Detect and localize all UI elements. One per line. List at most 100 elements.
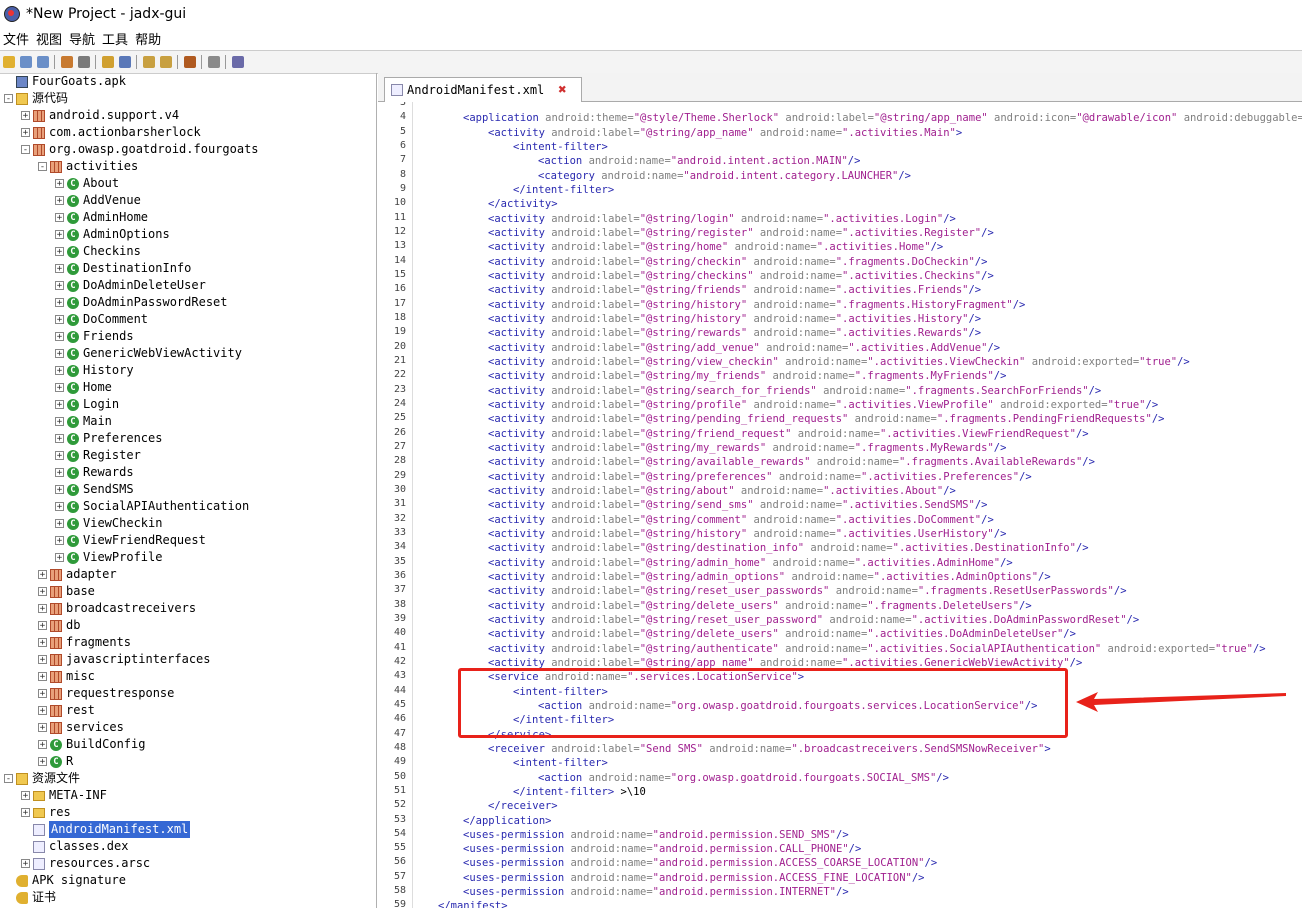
expand-icon[interactable]: + [21,111,30,121]
code-editor[interactable]: 3 4 5 6 7 8 9 10 11 12 13 14 15 16 17 18 19 20 21 22 23 24 25 2… [378,102,1302,908]
expand-icon[interactable]: + [38,672,47,682]
tree-node[interactable]: + android.support.v4 [21,107,179,124]
collapse-icon[interactable]: - [38,162,47,172]
expand-icon[interactable]: + [55,230,64,240]
tree-node[interactable]: + services [38,719,124,736]
tree-node[interactable]: + C Login [55,396,119,413]
tab-androidmanifest[interactable]: AndroidManifest.xml ✖ [384,77,582,102]
tree-node[interactable]: + C BuildConfig [38,736,145,753]
menu-item-0[interactable]: 文件 [3,29,29,48]
menu-item-1[interactable]: 视图 [36,29,62,48]
expand-icon[interactable]: + [55,332,64,342]
expand-icon[interactable]: + [55,213,64,223]
tree-node[interactable]: + C SendSMS [55,481,134,498]
expand-icon[interactable]: + [38,740,47,750]
open-icon[interactable] [3,56,15,68]
tree-node[interactable]: AndroidManifest.xml [21,821,191,838]
expand-icon[interactable]: + [38,638,47,648]
expand-icon[interactable]: + [38,604,47,614]
tree-node[interactable]: + C About [55,175,119,192]
tree-node[interactable]: + requestresponse [38,685,174,702]
collapse-icon[interactable]: - [4,94,13,104]
expand-icon[interactable]: + [55,417,64,427]
collapse-icon[interactable]: - [4,774,13,784]
expand-icon[interactable]: + [55,264,64,274]
forward-icon[interactable] [160,56,172,68]
expand-icon[interactable]: + [21,128,30,138]
sync-icon[interactable] [61,56,73,68]
tree-node[interactable]: + res [21,804,71,821]
tree-node[interactable]: + C ViewCheckin [55,515,162,532]
expand-icon[interactable]: + [55,349,64,359]
tree-node[interactable]: + C AdminHome [55,209,148,226]
expand-icon[interactable]: + [55,536,64,546]
expand-icon[interactable]: + [38,689,47,699]
expand-icon[interactable]: + [55,434,64,444]
expand-icon[interactable]: + [55,366,64,376]
expand-icon[interactable]: + [55,502,64,512]
expand-icon[interactable]: + [55,315,64,325]
search-icon[interactable] [102,56,114,68]
tree-node[interactable]: - 资源文件 [4,770,80,787]
expand-icon[interactable]: + [38,621,47,631]
menu-item-3[interactable]: 工具 [102,29,128,48]
tree-node[interactable]: + base [38,583,95,600]
tree-node[interactable]: + C Main [55,413,112,430]
tree-node[interactable]: + C ViewProfile [55,549,162,566]
find-icon[interactable] [119,56,131,68]
expand-icon[interactable]: + [55,247,64,257]
tree-node[interactable]: + C Friends [55,328,134,345]
expand-icon[interactable]: + [38,570,47,580]
tree-node[interactable]: - 源代码 [4,90,68,107]
expand-icon[interactable]: + [55,468,64,478]
expand-icon[interactable]: + [38,587,47,597]
tree-node[interactable]: + javascriptinterfaces [38,651,211,668]
expand-icon[interactable]: + [38,757,47,767]
tree-node[interactable]: FourGoats.apk [4,73,126,90]
collapse-icon[interactable]: - [21,145,30,155]
flatten-icon[interactable] [78,56,90,68]
expand-icon[interactable]: + [38,706,47,716]
tree-node[interactable]: + rest [38,702,95,719]
tree-node[interactable]: + com.actionbarsherlock [21,124,201,141]
expand-icon[interactable]: + [55,298,64,308]
tree-node[interactable]: + fragments [38,634,131,651]
tree-node[interactable]: + C Checkins [55,243,141,260]
expand-icon[interactable]: + [55,451,64,461]
deobf-icon[interactable] [184,56,196,68]
tree-node[interactable]: + C Preferences [55,430,162,447]
log-icon[interactable] [208,56,220,68]
project-tree[interactable]: FourGoats.apk - 源代码 + android.support.v4 + com… [0,73,377,908]
back-icon[interactable] [143,56,155,68]
tree-node[interactable]: + C DoAdminPasswordReset [55,294,228,311]
tree-node[interactable]: + C History [55,362,134,379]
tree-node[interactable]: classes.dex [21,838,128,855]
tree-node[interactable]: 证书 [4,889,56,906]
expand-icon[interactable]: + [38,723,47,733]
expand-icon[interactable]: + [21,808,30,818]
expand-icon[interactable]: + [21,791,30,801]
expand-icon[interactable]: + [55,485,64,495]
tree-node[interactable]: + C Rewards [55,464,134,481]
tree-node[interactable]: + resources.arsc [21,855,150,872]
expand-icon[interactable]: + [55,400,64,410]
tree-node[interactable]: + C Home [55,379,112,396]
tree-node[interactable]: + META-INF [21,787,107,804]
tree-node[interactable]: + C Register [55,447,141,464]
tree-node[interactable]: + db [38,617,80,634]
tree-node[interactable]: + C AdminOptions [55,226,170,243]
tree-node[interactable]: + C SocialAPIAuthentication [55,498,249,515]
expand-icon[interactable]: + [38,655,47,665]
save-icon[interactable] [20,56,32,68]
tree-node[interactable]: - org.owasp.goatdroid.fourgoats [21,141,259,158]
expand-icon[interactable]: + [55,179,64,189]
expand-icon[interactable]: + [55,383,64,393]
tree-node[interactable]: + C R [38,753,73,770]
tree-node[interactable]: APK signature [4,872,126,889]
tree-node[interactable]: + adapter [38,566,117,583]
menu-item-4[interactable]: 帮助 [135,29,161,48]
tree-node[interactable]: + broadcastreceivers [38,600,196,617]
prefs-icon[interactable] [232,56,244,68]
menu-item-2[interactable]: 导航 [69,29,95,48]
tree-node[interactable]: + C ViewFriendRequest [55,532,206,549]
